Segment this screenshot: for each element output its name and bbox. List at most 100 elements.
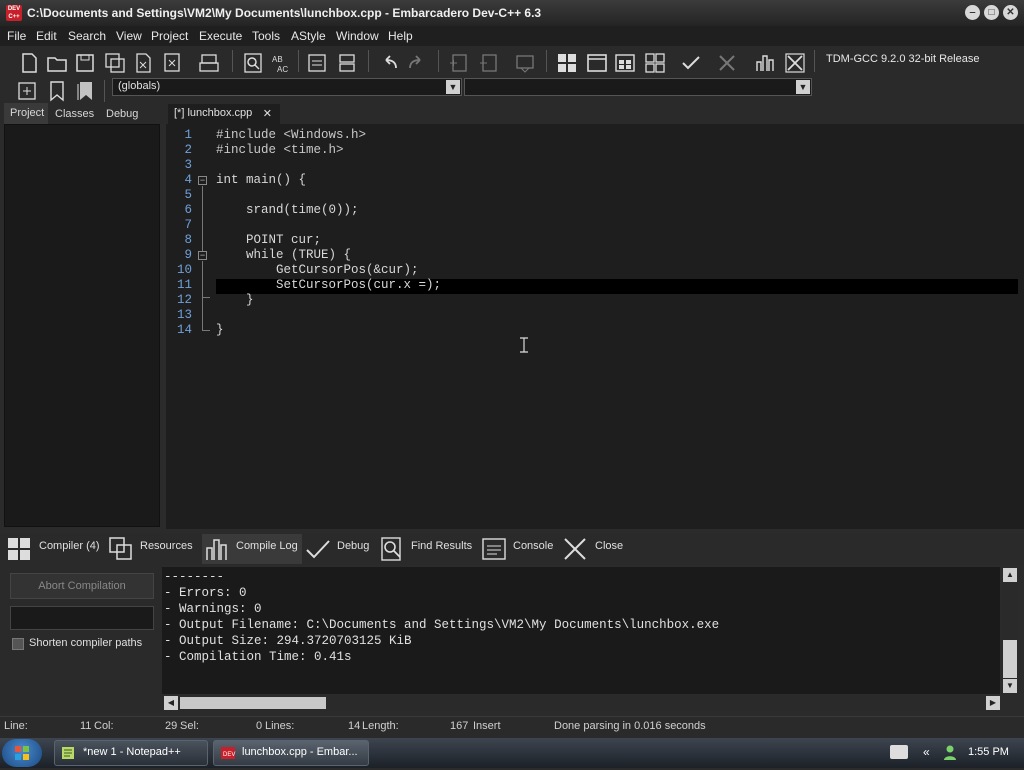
tab-lunchbox-cpp[interactable]: [*] lunchbox.cpp ✕ (168, 104, 280, 124)
close-file-icon[interactable] (130, 50, 156, 76)
notepadpp-icon (61, 746, 77, 760)
save-all-icon[interactable] (102, 50, 128, 76)
toggle-bookmark-icon[interactable] (44, 78, 70, 104)
menu-search[interactable]: Search (68, 29, 106, 43)
status-col-label: Col: (94, 720, 114, 732)
shorten-paths-label: Shorten compiler paths (29, 637, 143, 649)
line-number: 14 (176, 323, 192, 337)
indent-icon[interactable] (304, 50, 330, 76)
line-number: 2 (184, 143, 192, 157)
open-folder-icon[interactable] (44, 50, 70, 76)
devcpp-icon: DEV (220, 746, 236, 760)
menu-edit[interactable]: Edit (36, 29, 57, 43)
line-number: 3 (184, 158, 192, 172)
compile-progress-bar (10, 606, 154, 630)
chevron-down-icon[interactable]: ▼ (796, 80, 810, 94)
project-options-icon[interactable] (512, 50, 538, 76)
save-icon[interactable] (72, 50, 98, 76)
maximize-button[interactable]: □ (984, 5, 999, 20)
tab-compiler[interactable]: Compiler (4) (39, 540, 100, 560)
function-combo[interactable]: ▼ (464, 78, 812, 96)
syntax-check-icon[interactable] (678, 50, 704, 76)
scroll-right-icon[interactable]: ▶ (986, 696, 1000, 710)
print-icon[interactable] (196, 50, 222, 76)
keyboard-icon[interactable] (890, 745, 908, 759)
code-line: #include <Windows.h> (216, 128, 367, 142)
replace-icon[interactable]: AB AC (268, 50, 294, 76)
code-line: GetCursorPos(&cur); (216, 263, 419, 277)
log-line: -------- (164, 570, 225, 584)
code-line: int main() { (216, 173, 307, 187)
abort-compilation-button[interactable]: Abort Compilation (10, 573, 154, 599)
close-tab-icon[interactable]: ✕ (263, 107, 272, 120)
scope-combo[interactable]: (globals) ▼ (112, 78, 462, 96)
tab-project[interactable]: Project (10, 107, 44, 119)
menu-astyle[interactable]: AStyle (291, 29, 326, 43)
delete-profile-icon[interactable] (782, 50, 808, 76)
scroll-down-icon[interactable]: ▼ (1003, 679, 1017, 693)
compile-log-icon (204, 536, 230, 562)
remove-from-project-icon[interactable] (476, 50, 502, 76)
compile-icon[interactable] (554, 50, 580, 76)
chevron-down-icon[interactable]: ▼ (446, 80, 460, 94)
app-icon: DEV C++ (6, 5, 22, 21)
menu-bar: File Edit Search View Project Execute To… (0, 26, 1024, 46)
minimize-button[interactable]: ‒ (965, 5, 980, 20)
status-length-label: Length: (362, 720, 399, 732)
goto-bookmark-icon[interactable] (72, 78, 98, 104)
menu-help[interactable]: Help (388, 29, 413, 43)
unindent-icon[interactable] (334, 50, 360, 76)
close-button[interactable]: ✕ (1003, 5, 1018, 20)
line-number: 7 (184, 218, 192, 232)
tab-classes[interactable]: Classes (55, 108, 94, 120)
undo-icon[interactable] (376, 50, 402, 76)
line-number: 11 (176, 278, 192, 292)
find-icon[interactable] (240, 50, 266, 76)
rebuild-all-icon[interactable] (642, 50, 668, 76)
profile-icon[interactable] (752, 50, 778, 76)
stop-execution-icon[interactable] (714, 50, 740, 76)
menu-view[interactable]: View (116, 29, 142, 43)
menu-tools[interactable]: Tools (252, 29, 280, 43)
line-number: 4 (184, 173, 192, 187)
windows-logo-icon (15, 746, 29, 760)
close-all-icon[interactable] (160, 50, 186, 76)
menu-window[interactable]: Window (336, 29, 379, 43)
menu-execute[interactable]: Execute (199, 29, 242, 43)
compiler-select[interactable]: TDM-GCC 9.2.0 32-bit Release (822, 50, 1012, 70)
run-icon[interactable] (584, 50, 610, 76)
add-to-project-icon[interactable] (446, 50, 472, 76)
tab-resources[interactable]: Resources (140, 540, 193, 560)
fold-toggle-icon[interactable]: − (198, 176, 207, 185)
debug-check-icon (305, 536, 331, 562)
scroll-up-icon[interactable]: ▲ (1003, 568, 1017, 582)
tab-compile-log[interactable]: Compile Log (236, 540, 298, 560)
new-file-icon[interactable] (16, 50, 42, 76)
scroll-left-icon[interactable]: ◀ (164, 696, 178, 710)
tab-debug[interactable]: Debug (106, 108, 138, 120)
menu-project[interactable]: Project (151, 29, 188, 43)
log-line: - Errors: 0 (164, 586, 247, 600)
log-vscroll-thumb[interactable] (1003, 640, 1017, 678)
compile-run-icon[interactable] (612, 50, 638, 76)
menu-file[interactable]: File (7, 29, 26, 43)
log-line: - Warnings: 0 (164, 602, 262, 616)
taskbar-notepadpp[interactable]: *new 1 - Notepad++ (54, 740, 208, 766)
log-hscroll-thumb[interactable] (180, 697, 326, 709)
project-tree[interactable] (4, 124, 160, 527)
fold-toggle-icon[interactable]: − (198, 251, 207, 260)
tab-debug-bottom[interactable]: Debug (337, 540, 369, 560)
svg-text:AC: AC (277, 65, 288, 74)
tray-expand-icon[interactable]: « (923, 745, 930, 759)
network-user-icon[interactable] (943, 744, 957, 760)
insert-code-icon[interactable] (14, 78, 40, 104)
status-line-value: 11 (80, 720, 92, 732)
redo-icon[interactable] (404, 50, 430, 76)
tab-find-results[interactable]: Find Results (411, 540, 472, 560)
taskbar-devcpp[interactable]: DEV lunchbox.cpp - Embar... (213, 740, 369, 766)
clock[interactable]: 1:55 PM (968, 746, 1009, 758)
start-button[interactable] (2, 739, 42, 767)
tab-console[interactable]: Console (513, 540, 553, 560)
shorten-paths-checkbox[interactable] (12, 638, 24, 650)
tab-close[interactable]: Close (595, 540, 623, 560)
